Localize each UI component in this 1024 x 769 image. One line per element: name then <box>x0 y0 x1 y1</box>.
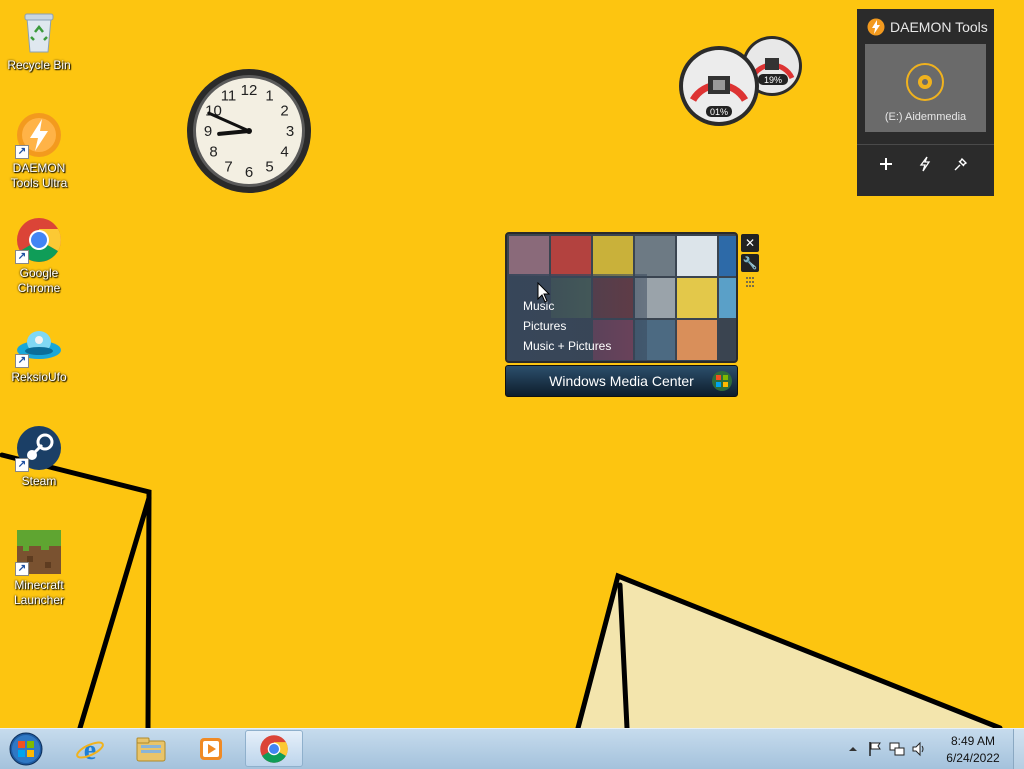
media-tile <box>635 236 675 276</box>
network-icon[interactable] <box>886 739 908 759</box>
daemon-gadget-header: DAEMON Tools <box>857 9 994 45</box>
desktop-icon-label: Steam <box>21 474 57 488</box>
clock-gadget[interactable]: 12 1234567891011 <box>184 66 314 196</box>
clock-numeral: 8 <box>209 144 217 161</box>
desktop-icon-label: DAEMON Tools Ultra <box>10 161 68 190</box>
ufo-icon: ↗ <box>15 320 63 368</box>
cpu-meter-value: 01% <box>710 107 728 117</box>
taskbar-internet-explorer[interactable]: e <box>61 730 119 767</box>
media-tile <box>719 278 736 318</box>
shortcut-arrow-icon: ↗ <box>15 458 29 472</box>
desktop-icon-label: Google Chrome <box>17 266 61 295</box>
mount-icon[interactable] <box>949 152 973 176</box>
chrome-icon <box>260 734 288 763</box>
taskbar-chrome[interactable] <box>245 730 303 767</box>
internet-explorer-icon: e <box>76 735 104 764</box>
speaker-icon[interactable] <box>908 739 930 759</box>
clock-numeral: 12 <box>241 82 258 99</box>
desktop-icon-steam[interactable]: ↗ Steam <box>0 424 78 489</box>
close-icon[interactable]: ✕ <box>741 234 759 252</box>
clock-numeral: 7 <box>224 159 232 176</box>
steam-icon: ↗ <box>15 424 63 472</box>
clock-numeral: 6 <box>245 164 253 181</box>
file-explorer-icon <box>136 737 166 761</box>
media-tile <box>593 236 633 276</box>
add-icon[interactable] <box>874 152 898 176</box>
taskbar-file-explorer[interactable] <box>122 730 180 767</box>
windows-orb-icon <box>712 371 732 391</box>
media-tile <box>677 320 717 360</box>
wallpaper-line <box>77 495 152 728</box>
settings-icon[interactable]: 🔧 <box>741 254 759 272</box>
mouse-cursor-icon <box>537 282 551 303</box>
drive-label: (E:) Aidemmedia <box>884 111 967 123</box>
clock-numeral: 5 <box>265 159 273 176</box>
system-tray <box>842 729 930 769</box>
recycle-bin-icon <box>15 8 63 56</box>
desktop-icon-reksioufo[interactable]: ↗ ReksioUfo <box>0 320 78 385</box>
cpu-meter-gadget[interactable]: 19% 01% <box>676 34 806 129</box>
media-tile <box>677 236 717 276</box>
taskbar-clock[interactable]: 8:49 AM 6/24/2022 <box>935 733 1011 767</box>
start-button[interactable] <box>6 731 46 767</box>
desktop-icon-daemon-tools[interactable]: ↗ DAEMON Tools Ultra <box>0 111 78 191</box>
drag-handle-icon[interactable] <box>741 274 759 292</box>
desktop-icon-recycle-bin[interactable]: Recycle Bin <box>0 8 78 73</box>
daemon-tools-gadget[interactable]: DAEMON Tools (E:) Aidemmedia <box>857 9 994 196</box>
media-menu: Music Pictures Music + Pictures <box>523 296 611 356</box>
shortcut-arrow-icon: ↗ <box>15 145 29 159</box>
media-tile <box>551 236 591 276</box>
desktop-icon-google-chrome[interactable]: ↗ Google Chrome <box>0 216 78 296</box>
menu-item-music-pictures[interactable]: Music + Pictures <box>523 336 611 356</box>
shortcut-arrow-icon: ↗ <box>15 250 29 264</box>
disc-icon <box>906 63 944 101</box>
minecraft-icon: ↗ <box>15 528 63 576</box>
clock-numeral: 4 <box>280 144 288 161</box>
svg-text:e: e <box>84 735 96 764</box>
show-desktop-button[interactable] <box>1013 729 1024 769</box>
desktop-icon-label: Minecraft Launcher <box>13 578 65 607</box>
taskbar-media-player[interactable] <box>182 730 240 767</box>
chrome-icon: ↗ <box>15 216 63 264</box>
shortcut-arrow-icon: ↗ <box>15 562 29 576</box>
desktop-icon-label: ReksioUfo <box>11 370 67 384</box>
clock-numeral: 1 <box>265 87 273 104</box>
flash-icon[interactable] <box>913 152 937 176</box>
daemon-gadget-title: DAEMON Tools <box>890 19 988 35</box>
virtual-drive[interactable]: (E:) Aidemmedia <box>865 44 986 132</box>
media-player-icon <box>200 737 222 760</box>
clock-numeral: 9 <box>204 123 212 140</box>
flag-icon[interactable] <box>864 739 886 759</box>
clock-numeral: 2 <box>280 103 288 120</box>
menu-item-pictures[interactable]: Pictures <box>523 316 611 336</box>
media-tile <box>509 236 549 276</box>
media-tile <box>677 278 717 318</box>
taskbar-date: 6/24/2022 <box>946 751 1000 765</box>
clock-numeral: 11 <box>221 87 237 104</box>
media-center-gadget[interactable]: Music Pictures Music + Pictures Windows … <box>505 232 765 400</box>
divider <box>857 144 994 145</box>
daemon-tools-icon <box>867 18 885 36</box>
chevron-up-icon[interactable] <box>842 739 864 759</box>
clock-numeral: 3 <box>286 123 294 140</box>
shortcut-arrow-icon: ↗ <box>15 354 29 368</box>
memory-meter-value: 19% <box>764 75 782 85</box>
taskbar: e 8:49 AM 6/24/2022 <box>0 728 1024 769</box>
daemon-tools-icon: ↗ <box>15 111 63 159</box>
media-center-bar-label: Windows Media Center <box>549 373 694 389</box>
media-tile <box>719 236 736 276</box>
desktop-icon-label: Recycle Bin <box>7 58 71 72</box>
taskbar-time: 8:49 AM <box>950 734 996 748</box>
desktop-icon-minecraft-launcher[interactable]: ↗ Minecraft Launcher <box>0 528 78 608</box>
media-center-bar[interactable]: Windows Media Center <box>505 365 738 397</box>
